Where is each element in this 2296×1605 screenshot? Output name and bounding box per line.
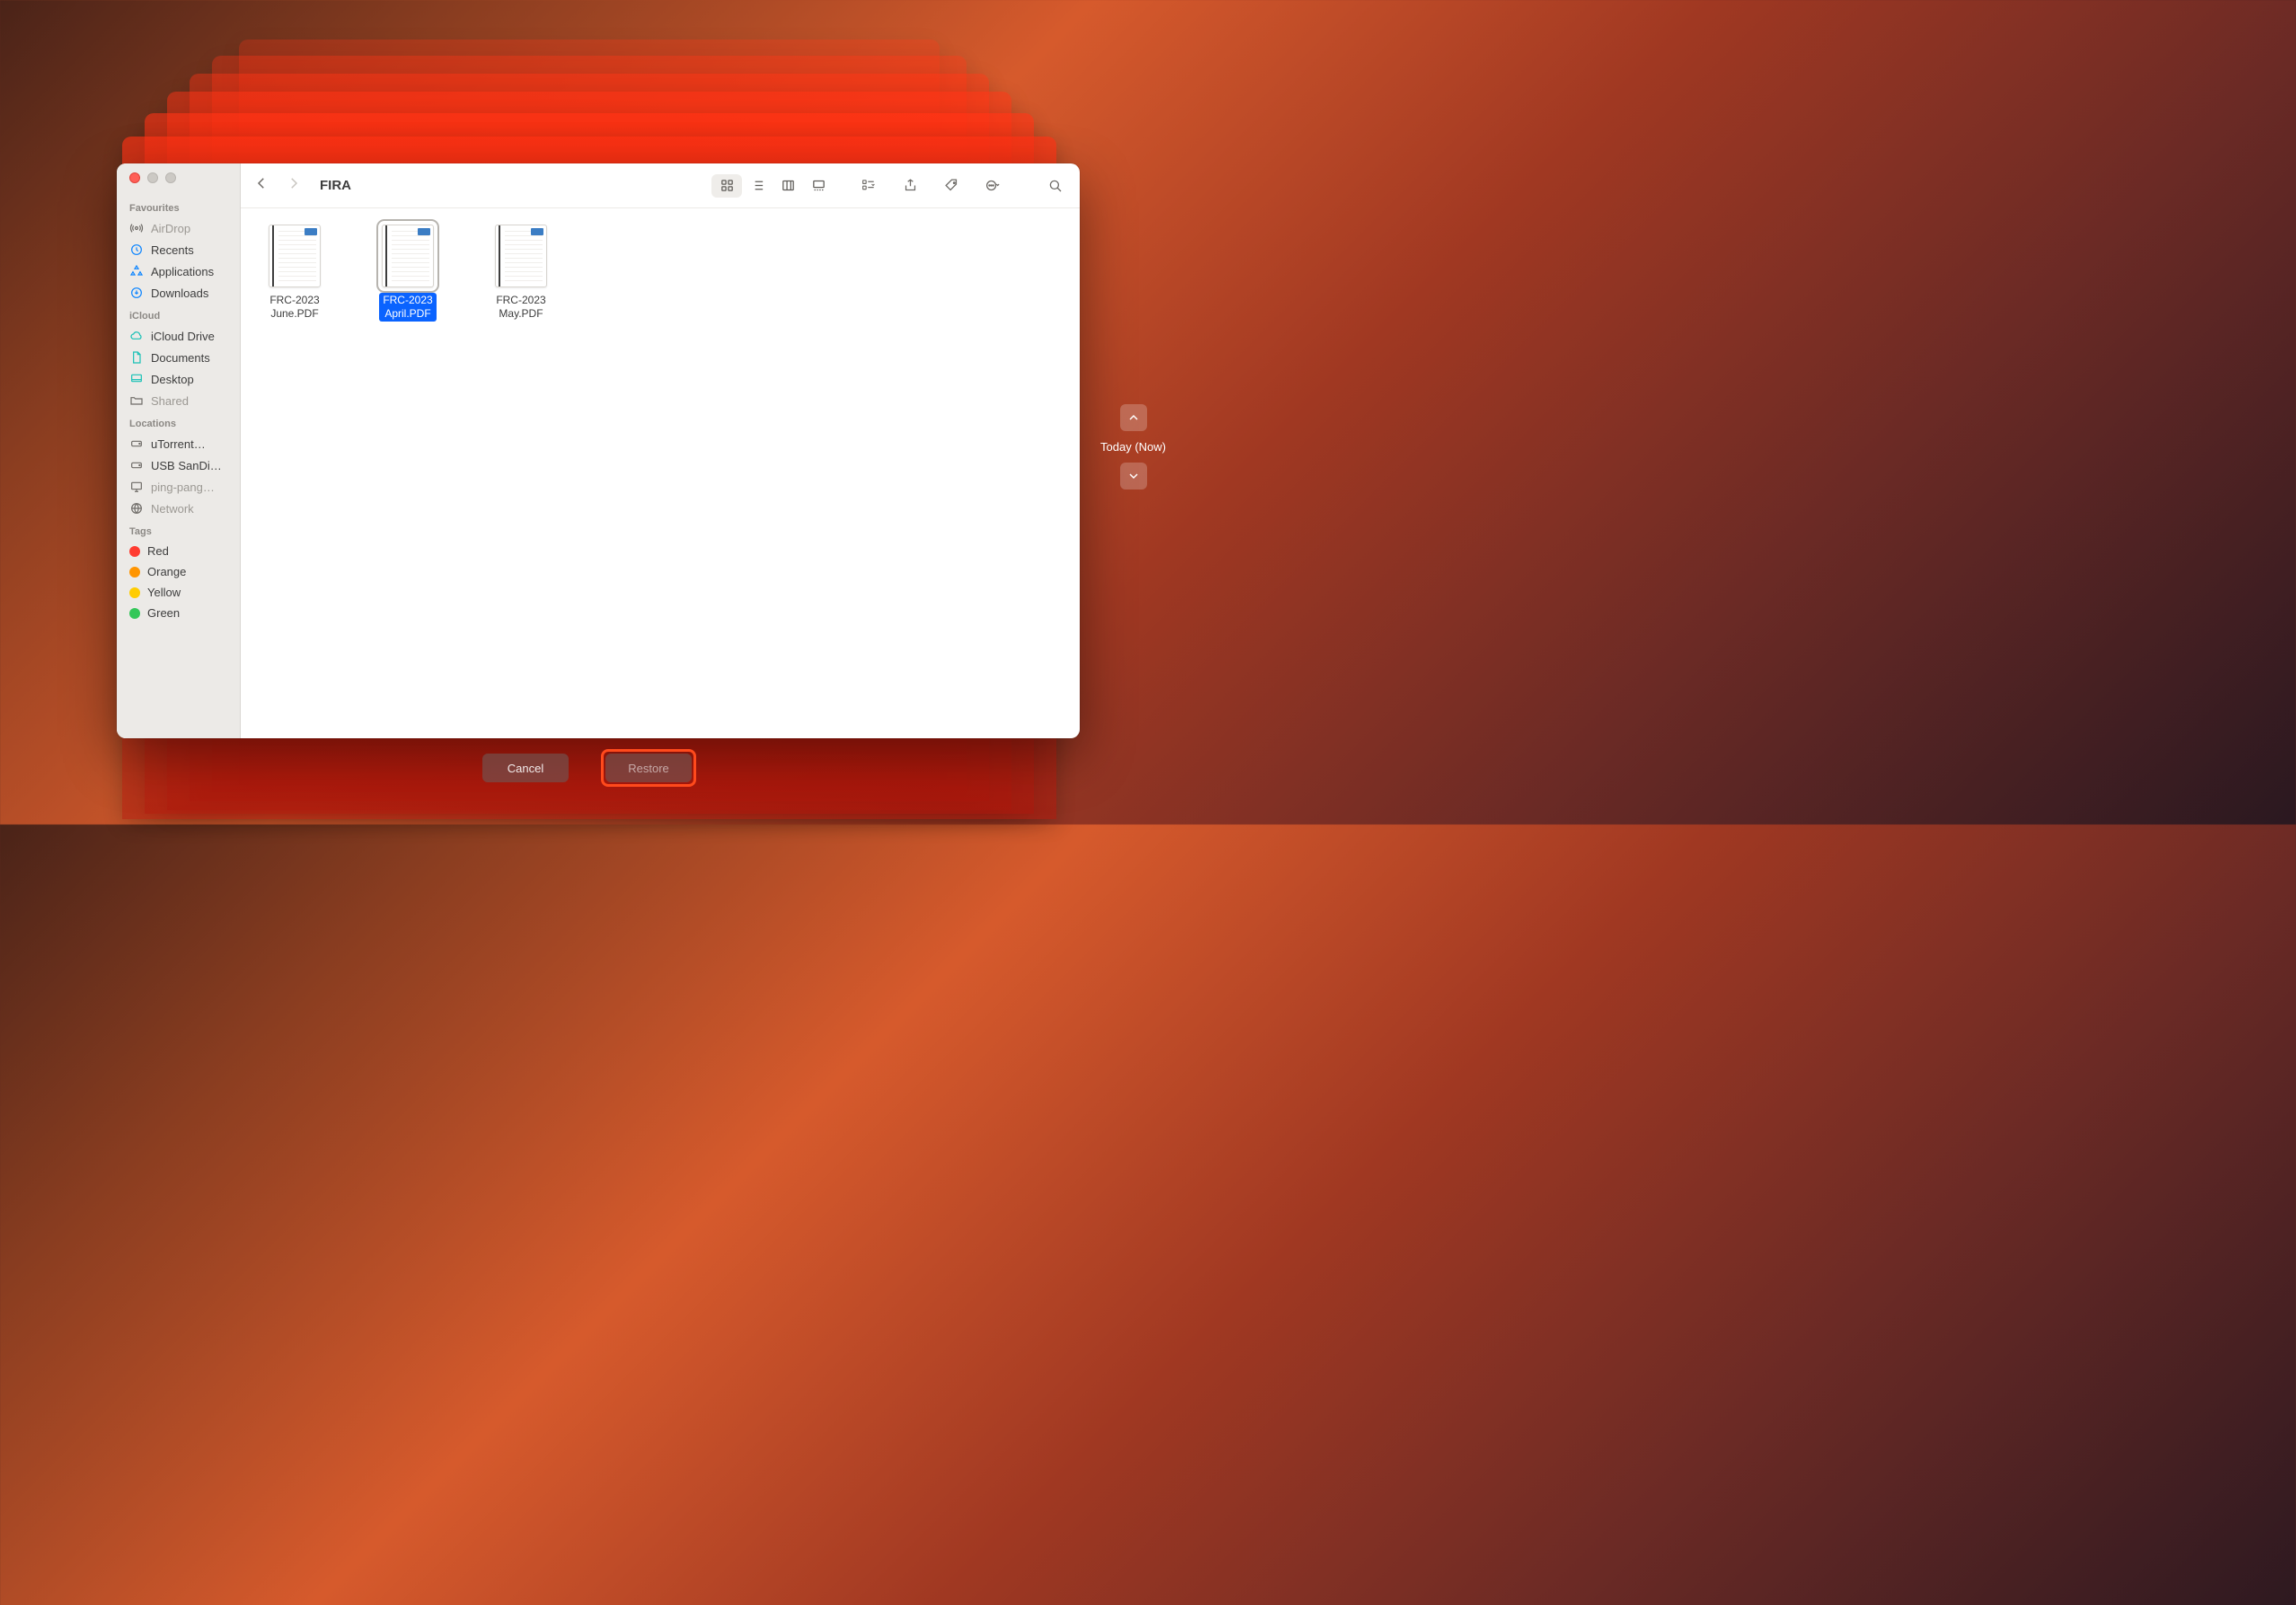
timeline-controls: Today (Now) [1100,404,1166,489]
sidebar-tag-red[interactable]: Red [117,541,240,561]
file-item[interactable]: FRC-2023April.PDF [368,225,447,322]
airdrop-icon [129,221,144,235]
desktop-icon [129,372,144,386]
pdf-thumbnail-icon [382,225,434,287]
sidebar-item-label: USB SanDi… [151,459,222,472]
disk-icon [129,458,144,472]
nav-back-button[interactable] [253,175,269,196]
sidebar-section-icloud: iCloud [117,304,240,325]
shared-folder-icon [129,393,144,408]
sidebar-item-documents[interactable]: Documents [117,347,240,368]
sidebar-item-label: Downloads [151,287,208,300]
cloud-icon [129,329,144,343]
sidebar-item-network[interactable]: Network [117,498,240,519]
search-button[interactable] [1044,174,1067,198]
sidebar-item-label: Recents [151,243,194,257]
window-close-button[interactable] [129,172,140,183]
sidebar-item-ping-pang[interactable]: ping-pang… [117,476,240,498]
sidebar-item-shared[interactable]: Shared [117,390,240,411]
timeline-label: Today (Now) [1100,440,1166,454]
tag-dot-icon [129,546,140,557]
finder-toolbar: FIRA [241,163,1080,208]
view-list-button[interactable] [742,174,773,198]
clock-icon [129,243,144,257]
bottom-button-bar: Cancel Restore [482,749,696,787]
sidebar-item-label: Red [147,544,169,558]
share-button[interactable] [898,174,922,198]
view-columns-button[interactable] [773,174,803,198]
timeline-up-button[interactable] [1120,404,1147,431]
group-by-button[interactable] [857,174,880,198]
sidebar-item-desktop[interactable]: Desktop [117,368,240,390]
files-area[interactable]: FRC-2023June.PDF FRC-2023April.PDF FRC-2… [241,208,1080,738]
sidebar-item-label: Shared [151,394,189,408]
actions-button[interactable] [981,174,1004,198]
globe-icon [129,501,144,516]
cancel-button[interactable]: Cancel [482,754,569,782]
nav-forward-button[interactable] [286,175,302,196]
sidebar-item-applications[interactable]: Applications [117,260,240,282]
sidebar-section-favourites: Favourites [117,196,240,217]
view-icons-button[interactable] [711,174,742,198]
sidebar-item-label: iCloud Drive [151,330,215,343]
sidebar-item-airdrop[interactable]: AirDrop [117,217,240,239]
sidebar-tag-orange[interactable]: Orange [117,561,240,582]
pdf-thumbnail-icon [269,225,321,287]
sidebar-item-label: Green [147,606,180,620]
sidebar-tag-yellow[interactable]: Yellow [117,582,240,603]
folder-title: FIRA [320,178,351,193]
sidebar-item-downloads[interactable]: Downloads [117,282,240,304]
sidebar-item-label: Applications [151,265,214,278]
tag-dot-icon [129,587,140,598]
finder-sidebar: Favourites AirDrop Recents Applications … [117,163,241,738]
file-label: FRC-2023April.PDF [379,293,436,322]
sidebar-item-label: Desktop [151,373,194,386]
sidebar-item-icloud-drive[interactable]: iCloud Drive [117,325,240,347]
disk-icon [129,437,144,451]
pdf-thumbnail-icon [495,225,547,287]
sidebar-section-tags: Tags [117,519,240,541]
sidebar-item-label: Network [151,502,194,516]
sidebar-item-utorrent[interactable]: uTorrent… [117,433,240,454]
timeline-down-button[interactable] [1120,463,1147,489]
sidebar-item-label: ping-pang… [151,481,215,494]
applications-icon [129,264,144,278]
file-label: FRC-2023June.PDF [266,293,322,322]
display-icon [129,480,144,494]
window-minimize-button[interactable] [147,172,158,183]
sidebar-item-label: uTorrent… [151,437,206,451]
sidebar-section-locations: Locations [117,411,240,433]
sidebar-item-label: Orange [147,565,186,578]
restore-button-highlight: Restore [601,749,696,787]
file-item[interactable]: FRC-2023May.PDF [481,225,561,322]
download-icon [129,286,144,300]
view-gallery-button[interactable] [803,174,834,198]
tags-button[interactable] [940,174,963,198]
document-icon [129,350,144,365]
tag-dot-icon [129,608,140,619]
sidebar-item-label: Yellow [147,586,181,599]
finder-window: Favourites AirDrop Recents Applications … [117,163,1080,738]
sidebar-item-label: Documents [151,351,210,365]
file-label: FRC-2023May.PDF [492,293,549,322]
file-item[interactable]: FRC-2023June.PDF [255,225,334,322]
sidebar-item-recents[interactable]: Recents [117,239,240,260]
window-maximize-button[interactable] [165,172,176,183]
sidebar-item-usb[interactable]: USB SanDi… [117,454,240,476]
view-switcher [711,174,834,198]
sidebar-tag-green[interactable]: Green [117,603,240,623]
sidebar-item-label: AirDrop [151,222,190,235]
restore-button[interactable]: Restore [605,754,692,782]
tag-dot-icon [129,567,140,578]
